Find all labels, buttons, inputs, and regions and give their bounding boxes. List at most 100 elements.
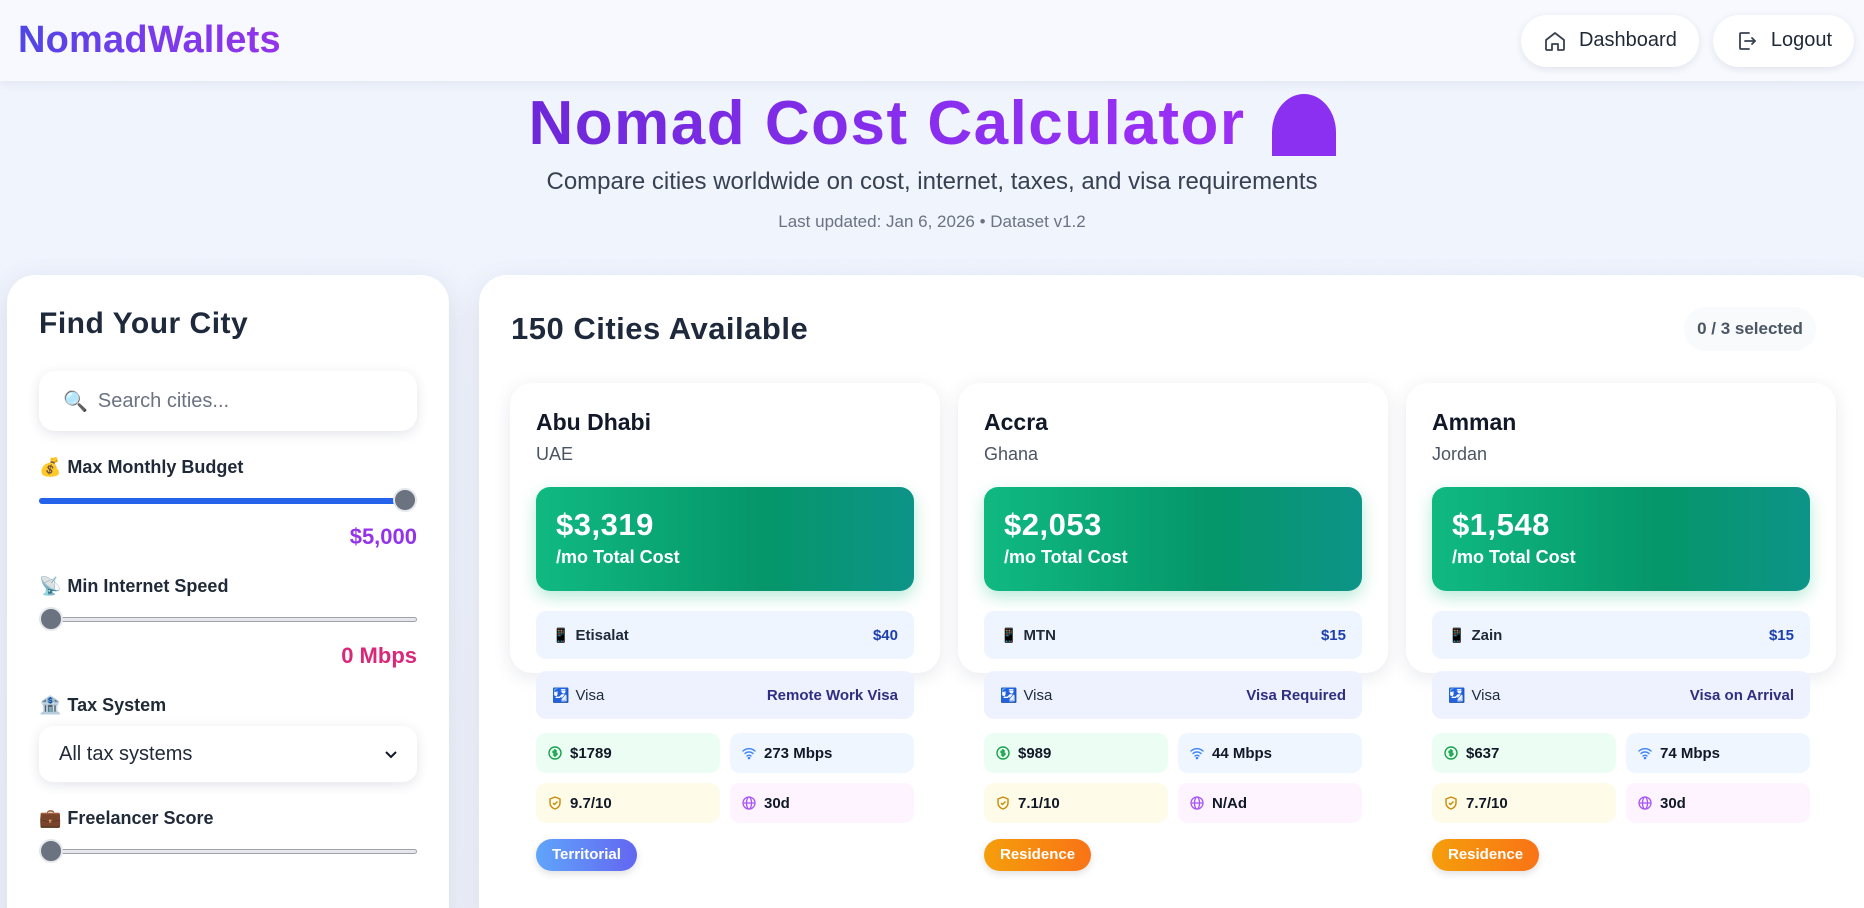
- budget-label-row: 💰 Max Monthly Budget: [39, 457, 417, 478]
- total-cost-amount: $1,548: [1452, 507, 1550, 542]
- freelancer-label: Freelancer Score: [67, 808, 214, 828]
- budget-slider[interactable]: [39, 488, 417, 512]
- provider-price: $15: [1768, 626, 1794, 644]
- city-card[interactable]: Accra Ghana $2,053 /mo Total Cost 📱 MTN $…: [958, 383, 1388, 871]
- city-name: Abu Dhabi: [536, 409, 651, 435]
- rent-value: $637: [1466, 744, 1500, 762]
- budget-slider-fill: [39, 498, 405, 504]
- dashboard-button[interactable]: Dashboard: [1520, 14, 1699, 67]
- globe-icon: [1638, 796, 1652, 810]
- search-input[interactable]: [97, 389, 393, 413]
- hero-title-row: Nomad Cost Calculator: [0, 88, 1864, 159]
- safety-stat: 7.1/10: [984, 783, 1168, 823]
- search-box[interactable]: 🔍: [39, 371, 417, 431]
- city-name: Amman: [1432, 409, 1517, 435]
- results-panel: 150 Cities Available 0 / 3 selected Abu …: [479, 275, 1864, 908]
- freelancer-label-row: 💼 Freelancer Score: [39, 808, 417, 829]
- page-title: Nomad Cost Calculator: [528, 89, 1246, 158]
- total-cost-label: /mo Total Cost: [1452, 547, 1576, 567]
- tax-system-tag: Residence: [1432, 839, 1540, 871]
- tax-selected-value: All tax systems: [59, 742, 193, 765]
- internet-label-row: 📡 Min Internet Speed: [39, 576, 417, 597]
- freelancer-slider-thumb[interactable]: [39, 839, 63, 863]
- bank-icon: 🏦: [39, 695, 62, 715]
- visa-row: 🛂 Visa Visa Required: [984, 671, 1362, 719]
- dollar-circle-icon: [1444, 746, 1458, 760]
- shield-icon: [549, 796, 561, 810]
- globe-emoji-icon: [1271, 93, 1336, 156]
- freelancer-slider[interactable]: [39, 839, 417, 863]
- internet-speed: 44 Mbps: [1212, 744, 1273, 762]
- logout-label: Logout: [1770, 29, 1832, 51]
- visa-row: 🛂 Visa Remote Work Visa: [536, 671, 914, 719]
- visa-label: Visa: [1471, 686, 1501, 704]
- rent-stat: $637: [1432, 733, 1616, 773]
- rent-value: $1789: [570, 744, 612, 762]
- city-card[interactable]: Amman Jordan $1,548 /mo Total Cost 📱 Zain…: [1406, 383, 1836, 871]
- budget-label: Max Monthly Budget: [67, 457, 244, 477]
- tax-label-row: 🏦 Tax System: [39, 695, 417, 716]
- brand-logo[interactable]: NomadWallets: [18, 19, 281, 62]
- safety-score: 7.7/10: [1466, 794, 1508, 812]
- provider-name: Zain: [1471, 626, 1503, 644]
- tax-system-select[interactable]: All tax systems: [39, 726, 417, 782]
- city-stats: $637 74 Mbps 7.7/10 30d: [1432, 733, 1810, 823]
- dollar-circle-icon: [548, 746, 562, 760]
- header-nav: Dashboard Logout: [1520, 14, 1854, 67]
- visa-label: Visa: [575, 686, 605, 704]
- rent-value: $989: [1018, 744, 1052, 762]
- shield-icon: [997, 796, 1009, 810]
- stay-duration: 30d: [1660, 794, 1686, 812]
- city-card[interactable]: Abu Dhabi UAE $3,319 /mo Total Cost 📱 Eti…: [510, 383, 940, 871]
- provider-price: $15: [1320, 626, 1346, 644]
- internet-slider-thumb[interactable]: [39, 607, 63, 631]
- passport-control-icon: 🛂: [1000, 686, 1018, 703]
- stay-stat: 30d: [730, 783, 914, 823]
- visa-row: 🛂 Visa Visa on Arrival: [1432, 671, 1810, 719]
- internet-stat: 44 Mbps: [1178, 733, 1362, 773]
- city-country: Ghana: [984, 444, 1039, 464]
- internet-stat: 273 Mbps: [730, 733, 914, 773]
- globe-icon: [742, 796, 756, 810]
- tax-system-tag: Residence: [984, 839, 1092, 871]
- mobile-provider-row: 📱 MTN $15: [984, 611, 1362, 659]
- budget-slider-thumb[interactable]: [393, 488, 417, 512]
- total-cost-amount: $2,053: [1004, 507, 1102, 542]
- internet-label: Min Internet Speed: [67, 576, 229, 596]
- logout-button[interactable]: Logout: [1712, 14, 1854, 67]
- internet-slider[interactable]: [39, 607, 417, 631]
- wifi-icon: [1638, 748, 1652, 760]
- passport-control-icon: 🛂: [1448, 686, 1466, 703]
- dataset-meta: Last updated: Jan 6, 2026 • Dataset v1.2: [778, 212, 1086, 231]
- safety-score: 7.1/10: [1018, 794, 1060, 812]
- visa-type: Remote Work Visa: [766, 686, 898, 704]
- city-stats: $1789 273 Mbps 9.7/10 30d: [536, 733, 914, 823]
- stay-duration: 30d: [764, 794, 790, 812]
- city-country: UAE: [536, 444, 574, 464]
- filter-title: Find Your City: [39, 307, 249, 340]
- search-icon: 🔍: [63, 390, 88, 413]
- satellite-icon: 📡: [39, 576, 62, 596]
- money-bag-icon: 💰: [39, 457, 62, 477]
- visa-type: Visa Required: [1246, 686, 1346, 704]
- shield-icon: [1445, 796, 1457, 810]
- city-stats: $989 44 Mbps 7.1/10 N/Ad: [984, 733, 1362, 823]
- stay-duration: N/Ad: [1212, 794, 1247, 812]
- internet-speed: 273 Mbps: [764, 744, 833, 762]
- stay-stat: N/Ad: [1178, 783, 1362, 823]
- mobile-phone-icon: 📱: [1000, 626, 1018, 643]
- freelancer-slider-track: [39, 849, 417, 854]
- filter-sidebar: Find Your City 🔍 💰 Max Monthly Budget $5…: [7, 275, 449, 908]
- internet-speed: 74 Mbps: [1660, 744, 1721, 762]
- rent-stat: $1789: [536, 733, 720, 773]
- city-country: Jordan: [1432, 444, 1488, 464]
- logout-icon: [1738, 31, 1756, 50]
- provider-name: MTN: [1023, 626, 1056, 644]
- dollar-circle-icon: [996, 746, 1010, 760]
- top-navbar: NomadWallets Dashboard Logout: [0, 0, 1864, 81]
- stay-stat: 30d: [1626, 783, 1810, 823]
- mobile-phone-icon: 📱: [552, 626, 570, 643]
- visa-type: Visa on Arrival: [1689, 686, 1794, 704]
- passport-control-icon: 🛂: [552, 686, 570, 703]
- tax-label: Tax System: [67, 695, 167, 715]
